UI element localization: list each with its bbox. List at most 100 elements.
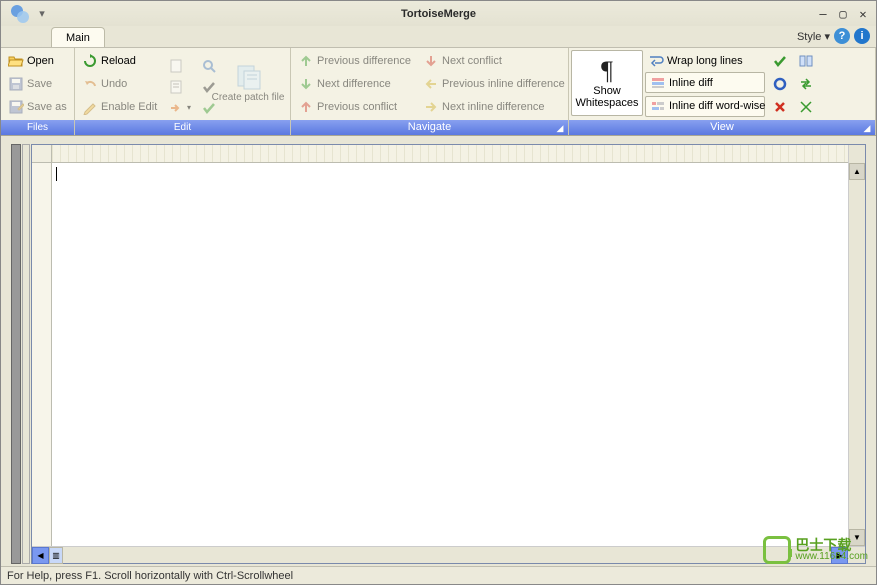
collapse-green-icon	[798, 99, 814, 115]
group-edit: Reload Undo Enable Edit ▾	[75, 48, 291, 135]
undo-button[interactable]: Undo	[79, 73, 161, 94]
next-inline-button[interactable]: Next inline difference	[420, 96, 564, 117]
vertical-scrollbar[interactable]: ▲ ▼	[848, 163, 865, 546]
folder-open-icon	[8, 53, 24, 69]
group-view: ¶ Show Whitespaces Wrap long lines Inlin…	[569, 48, 876, 135]
save-button[interactable]: Save	[5, 73, 70, 94]
open-button[interactable]: Open	[5, 51, 70, 72]
reload-icon	[82, 53, 98, 69]
inline-diff-word-button[interactable]: Inline diff word-wise	[645, 96, 765, 117]
inline-diff-button[interactable]: Inline diff	[645, 72, 765, 93]
scroll-corner-top	[848, 145, 865, 163]
info-icon[interactable]: i	[854, 28, 870, 44]
patch-file-icon	[234, 63, 262, 91]
window-title: TortoiseMerge	[401, 8, 476, 20]
wrap-icon	[648, 53, 664, 69]
scroll-corner	[848, 547, 865, 563]
view-compare-button[interactable]	[795, 51, 817, 72]
status-text: For Help, press F1. Scroll horizontally …	[7, 570, 293, 582]
overview-gutter-left[interactable]	[11, 144, 21, 564]
prev-inline-button[interactable]: Previous inline difference	[420, 73, 564, 94]
edit-action-4[interactable]	[198, 55, 220, 76]
page-blank-icon	[168, 58, 184, 74]
column-ruler	[52, 145, 848, 163]
arrow-right-orange-icon	[168, 100, 184, 116]
view-launcher[interactable]: ◢	[861, 121, 873, 133]
reload-button[interactable]: Reload	[79, 51, 161, 72]
group-label-files: Files	[1, 120, 74, 135]
floppy-pencil-icon	[8, 99, 24, 115]
save-as-button[interactable]: Save as	[5, 96, 70, 117]
search-icon	[201, 58, 217, 74]
group-navigate: Previous difference Next difference Prev…	[291, 48, 569, 135]
tab-main[interactable]: Main	[51, 27, 105, 47]
text-cursor	[56, 167, 57, 181]
undo-icon	[82, 76, 98, 92]
scroll-right-button[interactable]: ▶	[831, 547, 848, 564]
line-number-header	[32, 145, 52, 163]
style-menu[interactable]: Style ▾	[797, 30, 830, 43]
show-whitespaces-button[interactable]: ¶ Show Whitespaces	[571, 50, 643, 116]
scroll-left-button[interactable]: ◀	[32, 547, 49, 564]
split-panes-icon	[798, 53, 814, 69]
cross-red-icon	[772, 99, 788, 115]
edit-action-2[interactable]	[165, 76, 194, 97]
workspace: ▲ ▼ ◀ ▥ ▶	[1, 136, 876, 566]
edit-action-1[interactable]	[165, 55, 194, 76]
create-patch-button[interactable]: Create patch file	[222, 50, 274, 116]
vscroll-track[interactable]	[849, 180, 865, 529]
status-bar: For Help, press F1. Scroll horizontally …	[1, 566, 876, 584]
horizontal-scrollbar[interactable]: ◀ ▥ ▶	[32, 546, 865, 563]
scroll-up-button[interactable]: ▲	[849, 163, 865, 180]
prev-conflict-button[interactable]: Previous conflict	[295, 96, 416, 117]
help-icon[interactable]: ?	[834, 28, 850, 44]
overview-gutter-right[interactable]	[22, 144, 30, 564]
group-label-edit: Edit	[75, 120, 290, 135]
ribbon-tabs: Main Style ▾ ? i	[1, 26, 876, 48]
close-button[interactable]: ✕	[854, 6, 872, 22]
check-green-icon	[772, 53, 788, 69]
line-number-margin	[32, 163, 52, 546]
hscroll-track[interactable]	[63, 547, 831, 563]
floppy-icon	[8, 76, 24, 92]
titlebar: ▾ TortoiseMerge — ▢ ✕	[1, 1, 876, 26]
pilcrow-icon: ¶	[593, 57, 621, 85]
view-cross-button[interactable]	[769, 96, 791, 117]
arrow-up-red-icon	[298, 99, 314, 115]
arrow-up-green-icon	[298, 53, 314, 69]
editor: ▲ ▼ ◀ ▥ ▶	[31, 144, 866, 564]
edit-action-3[interactable]: ▾	[165, 97, 194, 118]
system-menu-dropdown[interactable]: ▾	[35, 7, 49, 20]
navigate-launcher[interactable]: ◢	[554, 121, 566, 133]
view-check-button[interactable]	[769, 51, 791, 72]
next-diff-button[interactable]: Next difference	[295, 73, 416, 94]
pencil-icon	[82, 99, 98, 115]
arrow-left-yellow-icon	[423, 76, 439, 92]
view-swap-button[interactable]	[795, 73, 817, 94]
next-conflict-button[interactable]: Next conflict	[420, 51, 564, 72]
group-label-view: View ◢	[569, 120, 875, 135]
arrow-down-green-icon	[298, 76, 314, 92]
enable-edit-button[interactable]: Enable Edit	[79, 96, 161, 117]
group-files: Open Save Save as Files	[1, 48, 75, 135]
circle-blue-icon	[772, 76, 788, 92]
wrap-lines-button[interactable]: Wrap long lines	[645, 50, 765, 71]
arrow-down-red-icon	[423, 53, 439, 69]
view-collapse-button[interactable]	[795, 96, 817, 117]
scroll-down-button[interactable]: ▼	[849, 529, 865, 546]
swap-green-icon	[798, 76, 814, 92]
app-icon	[9, 3, 31, 25]
inline-diff-icon	[650, 75, 666, 91]
maximize-button[interactable]: ▢	[834, 6, 852, 22]
inline-diff-word-icon	[650, 98, 666, 114]
view-circle-button[interactable]	[769, 73, 791, 94]
prev-diff-button[interactable]: Previous difference	[295, 51, 416, 72]
minimize-button[interactable]: —	[814, 6, 832, 22]
text-area[interactable]	[52, 163, 848, 546]
hscroll-extra[interactable]: ▥	[49, 547, 63, 564]
page-lines-icon	[168, 79, 184, 95]
ribbon: Open Save Save as Files	[1, 48, 876, 136]
group-label-navigate: Navigate ◢	[291, 120, 568, 135]
arrow-right-yellow-icon	[423, 99, 439, 115]
app-window: ▾ TortoiseMerge — ▢ ✕ Main Style ▾ ? i O…	[0, 0, 877, 585]
